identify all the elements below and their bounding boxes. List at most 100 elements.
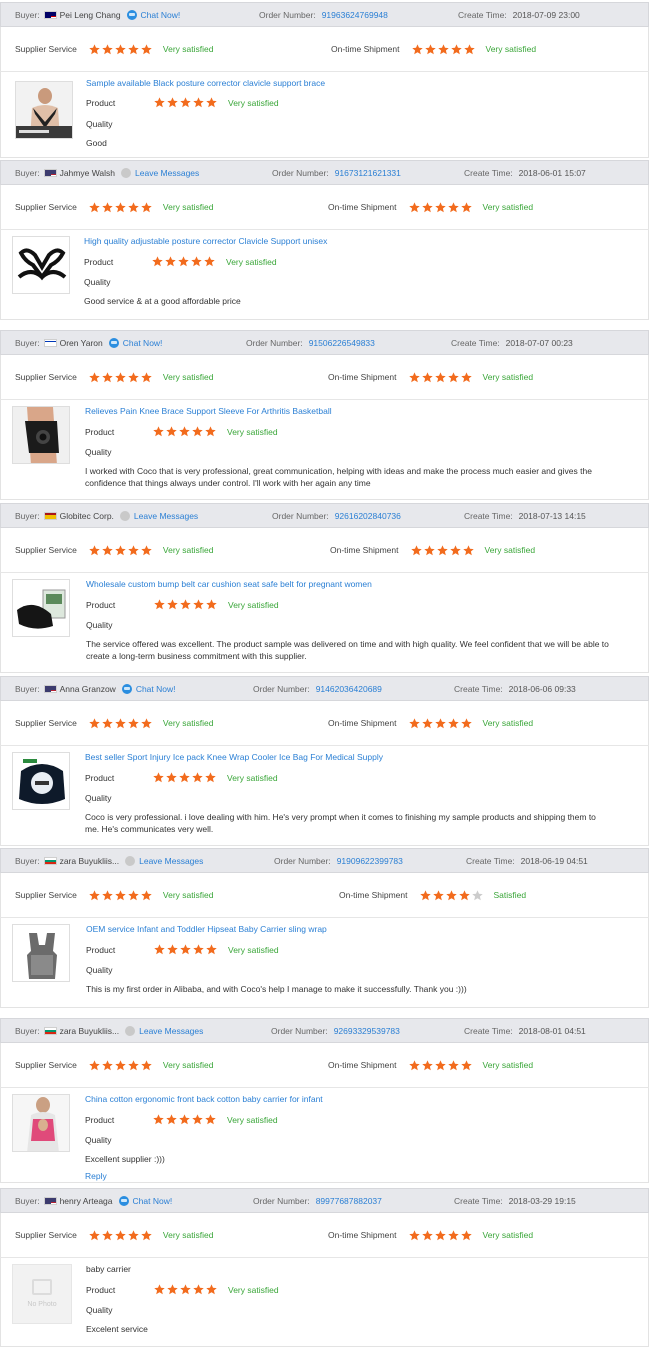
supplier-service-text: Very satisfied [162,1230,214,1240]
star-icon [102,43,113,55]
order-number-link[interactable]: 91462036420689 [316,684,382,694]
buyer-label: Buyer: [15,1025,40,1036]
message-icon[interactable] [119,510,130,521]
review-body: Wholesale custom bump belt car cushion s… [0,573,649,673]
review-card: Buyer: Oren Yaron Chat Now! Order Number: 91… [0,330,650,500]
flag-usa-icon [43,1196,57,1205]
ontime-shipment-text: Very satisfied [482,1230,534,1240]
product-title-link[interactable]: High quality adjustable posture correcto… [84,236,327,246]
service-ratings: Supplier Service Very satisfied On-time Sh… [0,701,649,746]
order-number-link[interactable]: 92616202840736 [335,511,401,521]
star-icon [447,201,459,213]
leave-messages-link[interactable]: Leave Messages [134,511,198,521]
create-time: Create Time: 2018-07-07 00:23 [451,331,573,354]
chat-icon[interactable] [126,9,137,20]
star-icon [421,371,433,383]
product-rating: Product Very satisfied [86,599,279,610]
baby-carrier-model-photo[interactable] [12,1094,70,1152]
supplier-service-stars [89,1059,154,1071]
order-number-link[interactable]: 91673121621331 [335,168,401,178]
product-title-link[interactable]: Relieves Pain Knee Brace Support Sleeve … [85,406,332,416]
chat-now-link[interactable]: Chat Now! [136,684,176,694]
chat-icon[interactable] [108,337,119,348]
chat-icon[interactable] [118,1195,129,1206]
ontime-shipment-text: Very satisfied [482,718,534,728]
supplier-service-stars [89,889,154,901]
quality-label: Quality [85,793,112,803]
product-rating: Product Very satisfied [86,97,279,108]
message-icon[interactable] [125,1025,136,1036]
product-rating-text: Very satisfied [228,1284,279,1295]
buyer-label: Buyer: [15,9,40,20]
supplier-service-label: Supplier Service [15,1060,77,1070]
product-stars [152,256,217,267]
star-icon [421,201,433,213]
baby-carrier-photo[interactable] [12,924,70,982]
ontime-shipment-text: Very satisfied [485,44,537,54]
create-time-value: 2018-03-29 19:15 [508,1195,576,1206]
star-icon [471,889,483,901]
buyer-name: zara Buyukliis... [59,1025,120,1036]
product-title-link[interactable]: Sample available Black posture corrector… [86,78,325,88]
review-body: China cotton ergonomic front back cotton… [0,1088,649,1183]
review-card: Buyer: Globitec Corp. Leave Messages Order … [0,503,650,673]
star-icon [434,371,446,383]
message-icon[interactable] [121,167,132,178]
product-title-link[interactable]: China cotton ergonomic front back cotton… [85,1094,323,1104]
order-number-link[interactable]: 92693329539783 [334,1026,400,1036]
no-photo-label: No Photo [27,1301,57,1308]
chat-now-link[interactable]: Chat Now! [141,10,181,20]
ontime-shipment-label: On-time Shipment [330,545,399,555]
review-body: Sample available Black posture corrector… [0,72,649,158]
order-number-link[interactable]: 91506226549833 [309,338,375,348]
leave-messages-link[interactable]: Leave Messages [135,168,199,178]
order-number-link[interactable]: 91963624769948 [322,10,388,20]
reply-link[interactable]: Reply [85,1171,107,1181]
star-icon [89,889,100,901]
product-stars [154,599,219,610]
review-header: Buyer: Oren Yaron Chat Now! Order Number: 91… [0,330,649,355]
create-time-value: 2018-06-19 04:51 [520,855,588,866]
product-title-link[interactable]: Wholesale custom bump belt car cushion s… [86,579,372,589]
posture-strap-photo[interactable] [12,236,70,294]
star-icon [115,43,126,55]
supplier-service-text: Very satisfied [162,44,214,54]
seat-belt-cushion-photo[interactable] [12,579,70,637]
supplier-service-label: Supplier Service [15,202,77,212]
order-number-label: Order Number: [253,683,310,694]
supplier-service-label: Supplier Service [15,545,77,555]
order-number-label: Order Number: [271,1025,328,1036]
order-number-link[interactable]: 89977687882037 [316,1196,382,1206]
chat-icon[interactable] [121,683,132,694]
service-ratings: Supplier Service Very satisfied On-time Sh… [0,528,649,573]
product-rating-text: Very satisfied [227,772,278,783]
chat-now-link[interactable]: Chat Now! [123,338,163,348]
order-number: Order Number: 89977687882037 [253,1189,382,1212]
product-title-link[interactable]: OEM service Infant and Toddler Hipseat B… [86,924,327,934]
knee-brace-photo[interactable] [12,406,70,464]
supplier-service-label: Supplier Service [15,44,77,54]
buyer-name: Pei Leng Chang [59,9,121,20]
product-title-link[interactable]: Best seller Sport Injury Ice pack Knee W… [85,752,383,762]
buyer-label: Buyer: [15,1195,40,1206]
chat-now-link[interactable]: Chat Now! [133,1196,173,1206]
buyer-info: Buyer: Globitec Corp. Leave Messages [15,504,198,527]
message-icon[interactable] [125,855,136,866]
star-icon [89,371,100,383]
ice-pack-photo[interactable] [12,752,70,810]
create-time-value: 2018-08-01 04:51 [518,1025,586,1036]
star-icon [165,256,176,267]
star-icon [141,717,152,729]
ontime-shipment-stars [408,1229,474,1241]
star-icon [166,1114,177,1125]
order-number-link[interactable]: 91909622399783 [337,856,403,866]
star-icon [89,717,100,729]
ontime-shipment-stars [408,201,474,213]
posture-brace-photo[interactable] [15,81,73,139]
no-photo-placeholder[interactable]: No Photo [12,1264,72,1324]
supplier-service-rating: Supplier Service Very satisfied [15,355,213,399]
leave-messages-link[interactable]: Leave Messages [139,1026,203,1036]
star-icon [128,889,139,901]
review-comment: This is my first order in Alibaba, and w… [86,984,467,994]
leave-messages-link[interactable]: Leave Messages [139,856,203,866]
